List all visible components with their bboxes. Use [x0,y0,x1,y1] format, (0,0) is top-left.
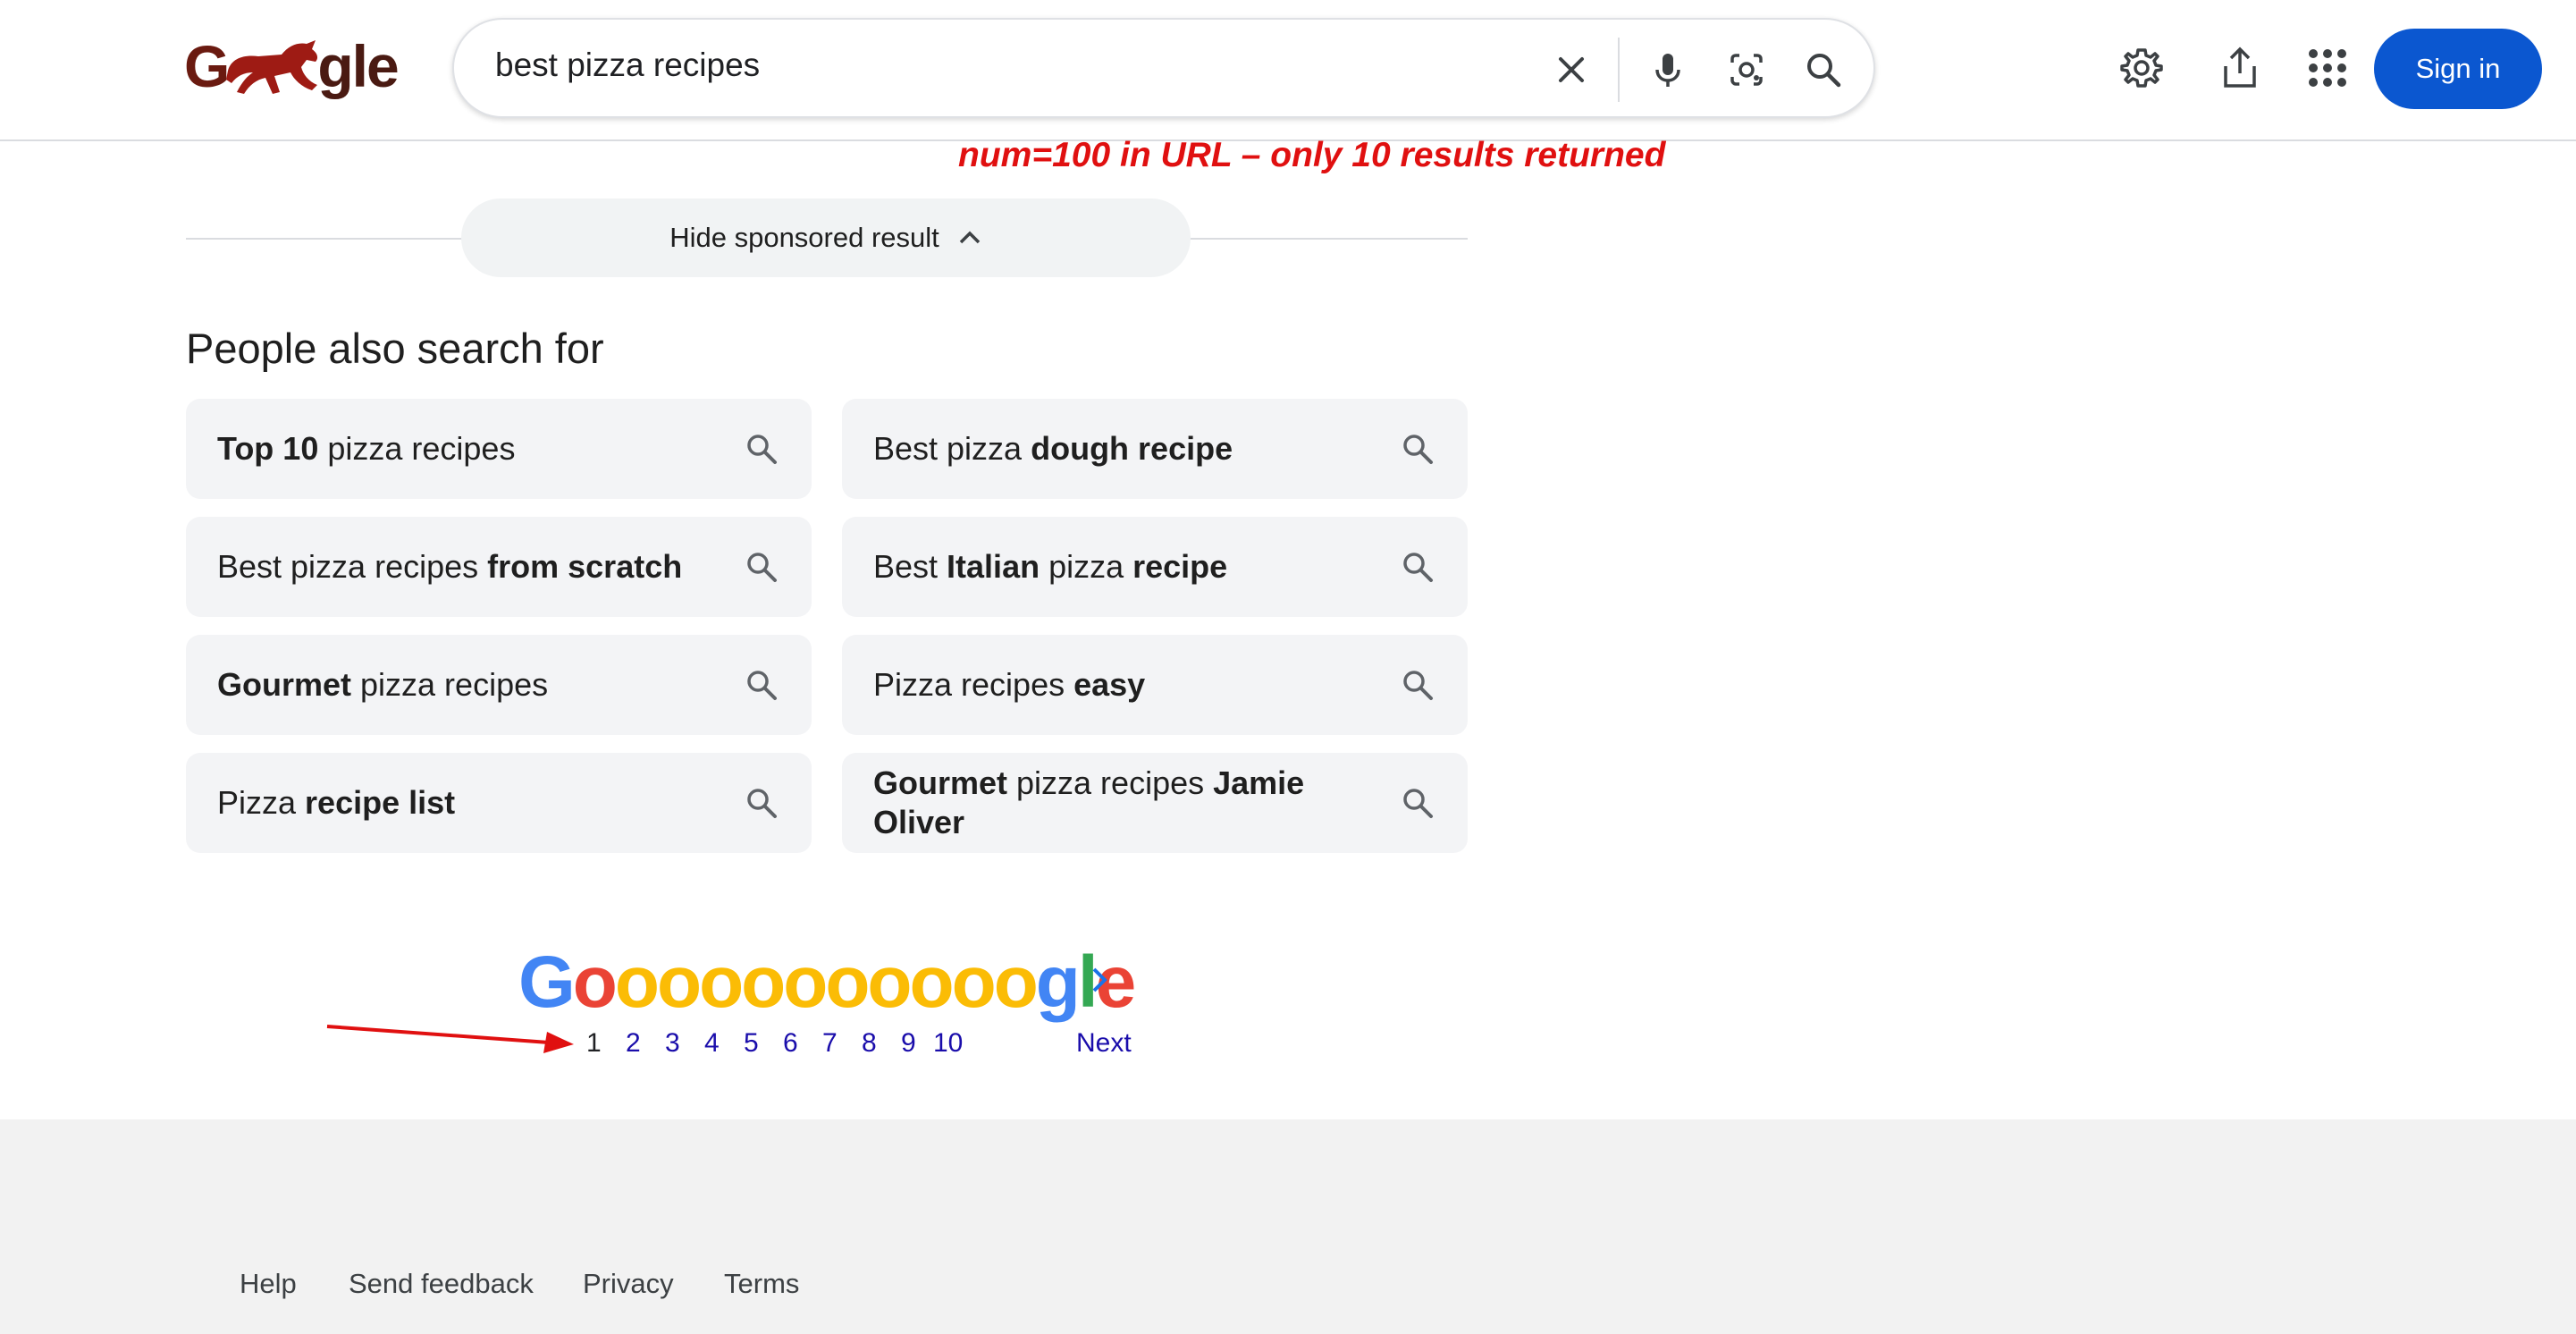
next-chevron-icon[interactable] [1083,960,1115,1000]
microphone-icon[interactable] [1646,48,1689,91]
related-search-text-segment: dough recipe [1031,430,1233,467]
related-search-chip[interactable]: Best pizza dough recipe [842,399,1468,499]
related-search-text-segment: Pizza recipes [873,666,1074,703]
horse-logo-icon [226,40,318,94]
related-search-text-segment: pizza recipes [318,430,516,467]
related-search-text-segment: pizza recipes [1007,764,1214,801]
related-search-chip[interactable]: Gourmet pizza recipes [186,635,812,735]
search-box[interactable]: best pizza recipes [452,18,1875,118]
page-link-4[interactable]: 4 [704,1028,720,1059]
page-link-3[interactable]: 3 [665,1028,680,1059]
related-search-chip[interactable]: Top 10 pizza recipes [186,399,812,499]
search-icon[interactable] [1802,48,1845,91]
related-search-label: Best Italian pizza recipe [873,547,1227,587]
related-search-label: Best pizza dough recipe [873,429,1233,469]
page-link-2[interactable]: 2 [626,1028,641,1059]
related-search-chip[interactable]: Pizza recipes easy [842,635,1468,735]
page-link-5[interactable]: 5 [744,1028,759,1059]
related-search-text-segment: easy [1073,666,1146,703]
page-link-1: 1 [586,1028,602,1058]
related-search-label: Top 10 pizza recipes [217,429,515,469]
search-icon [1403,789,1433,818]
related-search-text-segment: pizza [1040,548,1133,585]
related-search-chip[interactable]: Pizza recipe list [186,753,812,853]
search-icon [1403,553,1433,582]
chevron-up-icon [959,231,981,244]
related-search-text-segment: Gourmet [217,666,352,703]
people-also-search-title: People also search for [186,325,604,372]
related-search-label: Gourmet pizza recipes [217,665,548,705]
related-search-label: Pizza recipes easy [873,665,1145,705]
related-search-label: Gourmet pizza recipes Jamie Oliver [873,764,1360,842]
page-link-10[interactable]: 10 [933,1028,963,1059]
page-link-7[interactable]: 7 [822,1028,838,1059]
page-link-6[interactable]: 6 [783,1028,798,1059]
page-link-8[interactable]: 8 [862,1028,877,1059]
related-search-text-segment: Best pizza recipes [217,548,488,585]
annotation-arrow [326,1025,574,1053]
logo[interactable]: G gle [184,30,400,102]
footer-link-send-feedback[interactable]: Send feedback [349,1268,534,1300]
related-search-text-segment: Best [873,548,947,585]
search-icon [747,671,777,700]
divider-left [186,238,463,240]
hide-sponsored-label: Hide sponsored result [669,222,939,253]
header: G gle best pizza recipes Sign in [0,0,2576,141]
divider-right [1189,238,1468,240]
related-search-text-segment: Pizza [217,784,306,821]
logo-letter-g: G [184,33,230,99]
search-icon [1403,435,1433,464]
footer-link-privacy[interactable]: Privacy [583,1268,674,1300]
footer-link-help[interactable]: Help [240,1268,297,1300]
related-search-text-segment: from scratch [487,548,683,585]
pagination-logo: Gooooooooooogle [518,941,1136,1023]
related-search-chip[interactable]: Best Italian pizza recipe [842,517,1468,617]
annotation-text: num=100 in URL – only 10 results returne… [958,136,1666,174]
search-icon [747,435,777,464]
footer-link-terms[interactable]: Terms [724,1268,799,1300]
search-icon [747,789,777,818]
related-search-text-segment: recipe [1132,548,1228,585]
hide-sponsored-button[interactable]: Hide sponsored result [461,198,1191,277]
share-icon[interactable] [2217,45,2263,91]
next-page-link[interactable]: Next [1076,1028,1132,1059]
related-search-text-segment: Italian [947,548,1040,585]
camera-lens-icon[interactable] [1725,48,1768,91]
clear-icon[interactable] [1550,48,1593,91]
related-search-text-segment: recipe list [305,784,456,821]
search-icon [1403,671,1433,700]
search-input[interactable]: best pizza recipes [495,46,760,84]
related-search-label: Best pizza recipes from scratch [217,547,682,587]
related-search-chip[interactable]: Gourmet pizza recipes Jamie Oliver [842,753,1468,853]
page-link-9[interactable]: 9 [901,1028,916,1059]
related-search-text-segment: Gourmet [873,764,1008,801]
related-search-label: Pizza recipe list [217,783,455,823]
logo-letters-gle: gle [317,33,399,99]
footer: Help Send feedback Privacy Terms [0,1119,2576,1334]
related-search-chip[interactable]: Best pizza recipes from scratch [186,517,812,617]
search-icon [747,553,777,582]
sign-in-button[interactable]: Sign in [2374,29,2542,109]
apps-grid-icon[interactable] [2304,45,2351,91]
search-divider [1618,38,1620,102]
related-search-text-segment: Best pizza [873,430,1031,467]
related-search-text-segment: pizza recipes [351,666,549,703]
related-search-text-segment: Top 10 [217,430,319,467]
settings-gear-icon[interactable] [2118,45,2165,91]
